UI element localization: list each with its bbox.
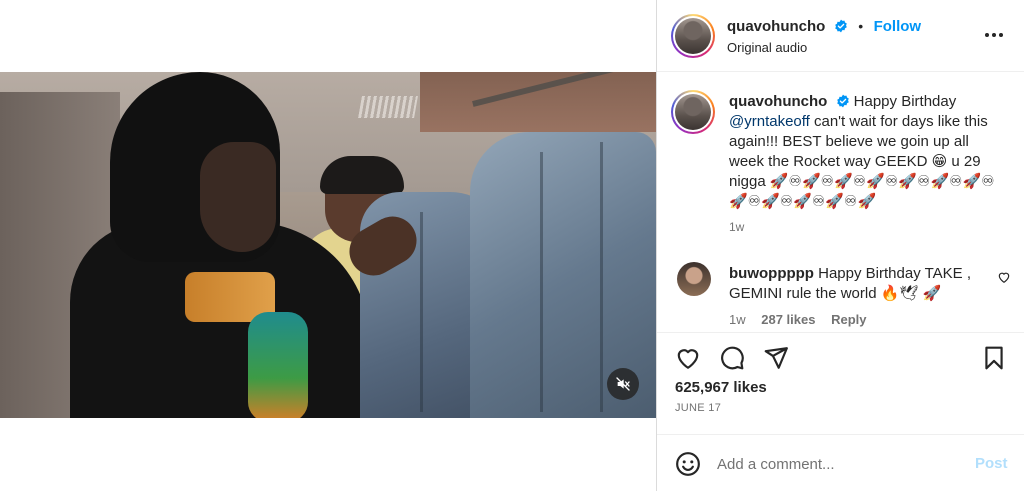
comment-icon[interactable] [719, 345, 745, 371]
verified-badge-icon [836, 94, 849, 108]
media-area [0, 0, 656, 491]
caption-mention-link[interactable]: @yrntakeoff [729, 113, 810, 130]
author-username[interactable]: quavohuncho [727, 18, 825, 35]
video-scene-seam [600, 142, 603, 412]
video-scene-person1-face [200, 142, 276, 252]
video-scene-vent [358, 96, 418, 118]
heart-icon[interactable] [675, 345, 701, 371]
post-actions: 625,967 likes JUNE 17 [657, 332, 1024, 424]
video-scene-seam [540, 152, 543, 412]
caption-time[interactable]: 1w [729, 220, 744, 234]
caption-author-avatar[interactable] [671, 90, 715, 134]
video-scene-shirt-graphic2 [248, 312, 308, 418]
author-line: quavohuncho • Follow [727, 18, 921, 36]
post-header: quavohuncho • Follow Original audio [657, 0, 1024, 72]
caption-author[interactable]: quavohuncho [729, 93, 827, 110]
bookmark-icon[interactable] [981, 345, 1007, 371]
post-comment-button[interactable]: Post [975, 455, 1008, 472]
video-scene-shelf [420, 72, 656, 132]
comment-text: buwoppppp Happy Birthday TAKE , GEMINI r… [729, 264, 979, 304]
caption-body-start: Happy Birthday [849, 93, 957, 110]
mute-button[interactable] [607, 368, 639, 400]
comment-likes[interactable]: 287 likes [761, 312, 815, 327]
commenter-avatar[interactable] [677, 262, 711, 296]
separator-dot: • [858, 18, 864, 34]
mute-icon [616, 377, 630, 391]
emoji-icon[interactable] [675, 451, 701, 477]
post-side-panel: quavohuncho • Follow Original audio quav… [656, 0, 1024, 491]
comment-meta: 1w 287 likes Reply [729, 312, 879, 327]
likes-count[interactable]: 625,967 likes [675, 379, 767, 396]
post-video[interactable] [0, 72, 656, 418]
video-scene-seam [420, 212, 423, 412]
video-scene-person2-cap [320, 156, 404, 194]
add-comment-bar: Post [657, 434, 1024, 491]
comment-input[interactable] [717, 451, 957, 477]
more-options-icon[interactable] [983, 24, 1005, 46]
comment-like-heart-icon[interactable] [997, 270, 1011, 284]
reply-button[interactable]: Reply [831, 312, 866, 327]
follow-button[interactable]: Follow [874, 18, 922, 35]
commenter-username[interactable]: buwoppppp [729, 265, 814, 282]
share-icon[interactable] [763, 345, 789, 371]
author-avatar[interactable] [671, 14, 715, 58]
caption-text: quavohuncho Happy Birthday @yrntakeoff c… [729, 92, 999, 212]
verified-badge-icon [835, 19, 847, 33]
audio-label[interactable]: Original audio [727, 40, 807, 55]
comment-time[interactable]: 1w [729, 312, 746, 327]
post-date[interactable]: JUNE 17 [675, 402, 721, 414]
